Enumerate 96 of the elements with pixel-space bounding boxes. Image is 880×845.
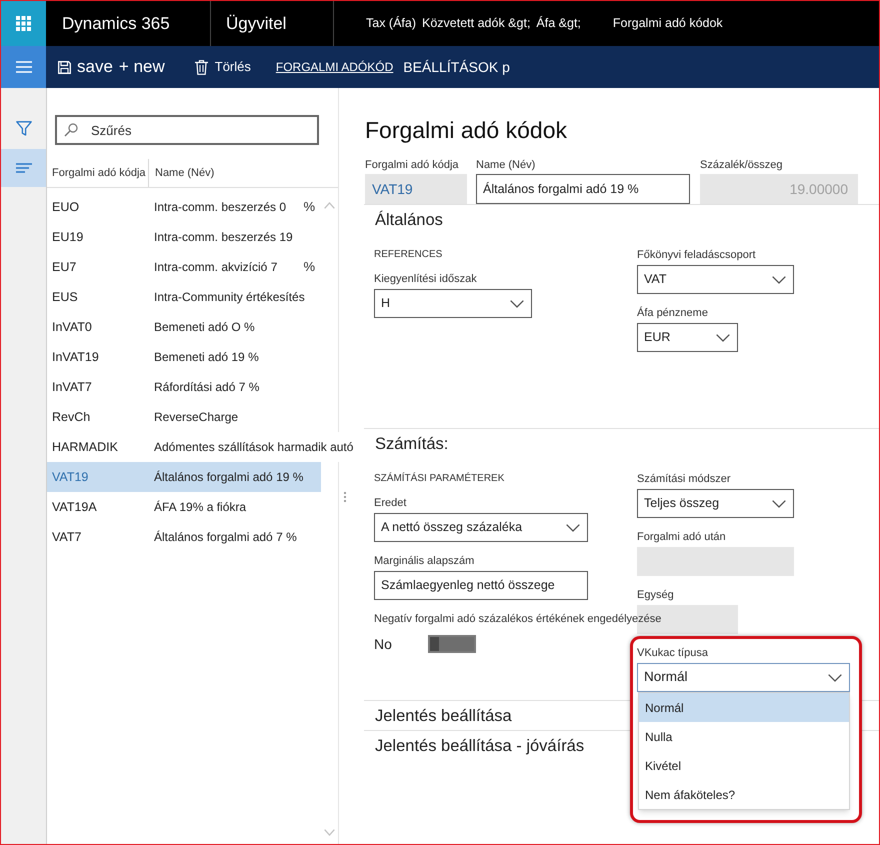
field-label: Áfa pénzneme xyxy=(637,306,708,321)
table-cell-text: Bemeneti adó O % xyxy=(154,319,255,336)
text-field[interactable]: Általános forgalmi adó 19 % xyxy=(476,174,690,204)
field-label: Forgalmi adó kódja xyxy=(365,158,459,173)
breadcrumb-link[interactable]: Forgalmi adó kódok xyxy=(612,14,723,33)
chevron-down-icon[interactable] xyxy=(324,829,335,836)
search-icon xyxy=(64,123,78,137)
new-button[interactable]: + new xyxy=(118,54,165,80)
table-cell-text: Adómentes szállítások harmadik autó xyxy=(154,439,354,456)
toggle-state-label: No xyxy=(374,634,393,654)
grip-icon[interactable] xyxy=(343,491,347,503)
menu-tab[interactable]: BEÁLLÍTÁSOK p xyxy=(403,56,510,78)
trash-icon xyxy=(194,60,208,74)
chevron-down-icon xyxy=(772,276,786,284)
chevron-down-icon xyxy=(566,524,580,532)
menu-icon xyxy=(16,61,32,73)
list-icon xyxy=(16,163,32,173)
save-icon xyxy=(58,60,71,74)
breadcrumb-link[interactable]: Áfa &gt; xyxy=(536,14,581,33)
field-label: Marginális alapszám xyxy=(374,554,474,569)
breadcrumb-link[interactable]: Tax (Áfa) xyxy=(366,14,416,33)
table-cell-text: Általános forgalmi adó 19 % xyxy=(154,469,304,486)
dropdown[interactable]: H xyxy=(374,289,532,318)
table-cell-text: % xyxy=(302,198,316,216)
table-cell-text: HARMADIK xyxy=(52,438,119,456)
dropdown-option[interactable]: Nulla xyxy=(639,722,849,751)
field-label: Százalék/összeg xyxy=(700,158,783,173)
column-header[interactable]: Forgalmi adó kódja xyxy=(52,164,146,182)
chevron-up-icon[interactable] xyxy=(324,202,335,209)
table-cell-text: InVAT0 xyxy=(52,318,93,336)
dropdown-option[interactable]: Normál xyxy=(639,693,849,722)
page-title: Forgalmi adó kódok xyxy=(365,116,567,145)
chevron-down-icon xyxy=(716,334,730,342)
table-cell-text: InVAT7 xyxy=(52,378,93,396)
field-label: Forgalmi adó után xyxy=(637,530,726,545)
table-cell-text: Intra-comm. akvizíció 7 xyxy=(154,259,278,276)
table-cell-text: VAT19A xyxy=(52,498,98,516)
menu-tab[interactable]: FORGALMI ADÓKÓD xyxy=(276,58,394,76)
waffle-icon xyxy=(16,16,31,31)
table-cell-text: EUO xyxy=(52,198,80,216)
field-label: Főkönyvi feladáscsoport xyxy=(637,248,756,263)
section-header[interactable]: Általános xyxy=(375,211,443,229)
dropdown[interactable]: VAT xyxy=(637,265,794,294)
table-cell-text: % xyxy=(302,258,316,276)
search-field[interactable]: Szűrés xyxy=(55,115,319,145)
table-cell-text: VAT7 xyxy=(52,528,82,546)
section-header[interactable]: Jelentés beállítása - jóváírás xyxy=(375,737,584,755)
toggle-switch[interactable] xyxy=(428,635,476,653)
dropdown-option[interactable]: Kivétel xyxy=(639,751,849,780)
filter-icon xyxy=(16,120,32,136)
table-cell-text: Bemeneti adó 19 % xyxy=(154,349,259,366)
field-label: Negatív forgalmi adó százalékos értékének engedélyezése xyxy=(374,612,662,627)
text-field[interactable]: Számlaegyenleg nettó összege xyxy=(374,571,588,600)
chevron-down-icon xyxy=(510,300,524,308)
dropdown-option[interactable]: Nem áfaköteles? xyxy=(639,780,849,809)
column-header[interactable]: Name (Név) xyxy=(155,164,214,182)
table-cell-text: RevCh xyxy=(52,408,92,426)
chevron-down-icon xyxy=(772,500,786,508)
table-cell-text: ReverseCharge xyxy=(154,409,238,426)
readonly-field: 19.00000 xyxy=(700,174,858,204)
table-cell-text: Általános forgalmi adó 7 % xyxy=(154,529,297,546)
table-cell-text: EUS xyxy=(52,288,79,306)
dropdown[interactable]: Normál xyxy=(637,663,850,692)
table-cell-text: EU7 xyxy=(52,258,78,276)
field-label: Számítási módszer xyxy=(637,472,731,487)
table-cell-text: VAT19 xyxy=(52,468,90,486)
group-label: SZÁMÍTÁSI PARAMÉTEREK xyxy=(374,471,504,486)
field-label: VKukac típusa xyxy=(637,646,708,661)
field-label: Name (Név) xyxy=(476,158,536,173)
app-name[interactable]: Dynamics 365 xyxy=(62,10,170,36)
chevron-down-icon xyxy=(828,674,842,682)
table-cell-text: Ráfordítási adó 7 % xyxy=(154,379,260,396)
table-row[interactable]: VAT19 Általános forgalmi adó 19 % xyxy=(47,462,321,492)
section-header[interactable]: Jelentés beállítása xyxy=(375,707,512,725)
readonly-field: VAT19 xyxy=(365,174,467,204)
delete-button[interactable]: Törlés xyxy=(194,57,251,77)
dropdown[interactable]: Teljes összeg xyxy=(637,489,794,518)
module-name[interactable]: Ügyvitel xyxy=(226,10,286,36)
table-cell-text: EU19 xyxy=(52,228,84,246)
field-label: Eredet xyxy=(374,496,406,511)
section-header[interactable]: Számítás: xyxy=(375,435,448,453)
save-button[interactable]: save xyxy=(58,54,113,80)
table-cell-text: Intra-comm. beszerzés 0 xyxy=(154,199,286,216)
side-nav-button[interactable] xyxy=(1,149,46,187)
field-label: Egység xyxy=(637,588,674,603)
dropdown[interactable]: EUR xyxy=(637,323,738,352)
group-label: REFERENCES xyxy=(374,248,442,262)
table-cell-text: Intra-Community értékesítés xyxy=(154,289,305,306)
menu-button[interactable] xyxy=(1,46,46,88)
table-cell-text: ÁFA 19% a fiókra xyxy=(154,499,246,516)
field-label: Kiegyenlítési időszak xyxy=(374,272,477,287)
table-cell-text: Intra-comm. beszerzés 19 xyxy=(154,229,293,246)
breadcrumb-link[interactable]: Közvetett adók &gt; xyxy=(422,14,530,33)
table-cell-text: InVAT19 xyxy=(52,348,100,366)
dropdown[interactable]: A nettó összeg százaléka xyxy=(374,513,588,542)
app-launcher-button[interactable] xyxy=(1,1,46,46)
